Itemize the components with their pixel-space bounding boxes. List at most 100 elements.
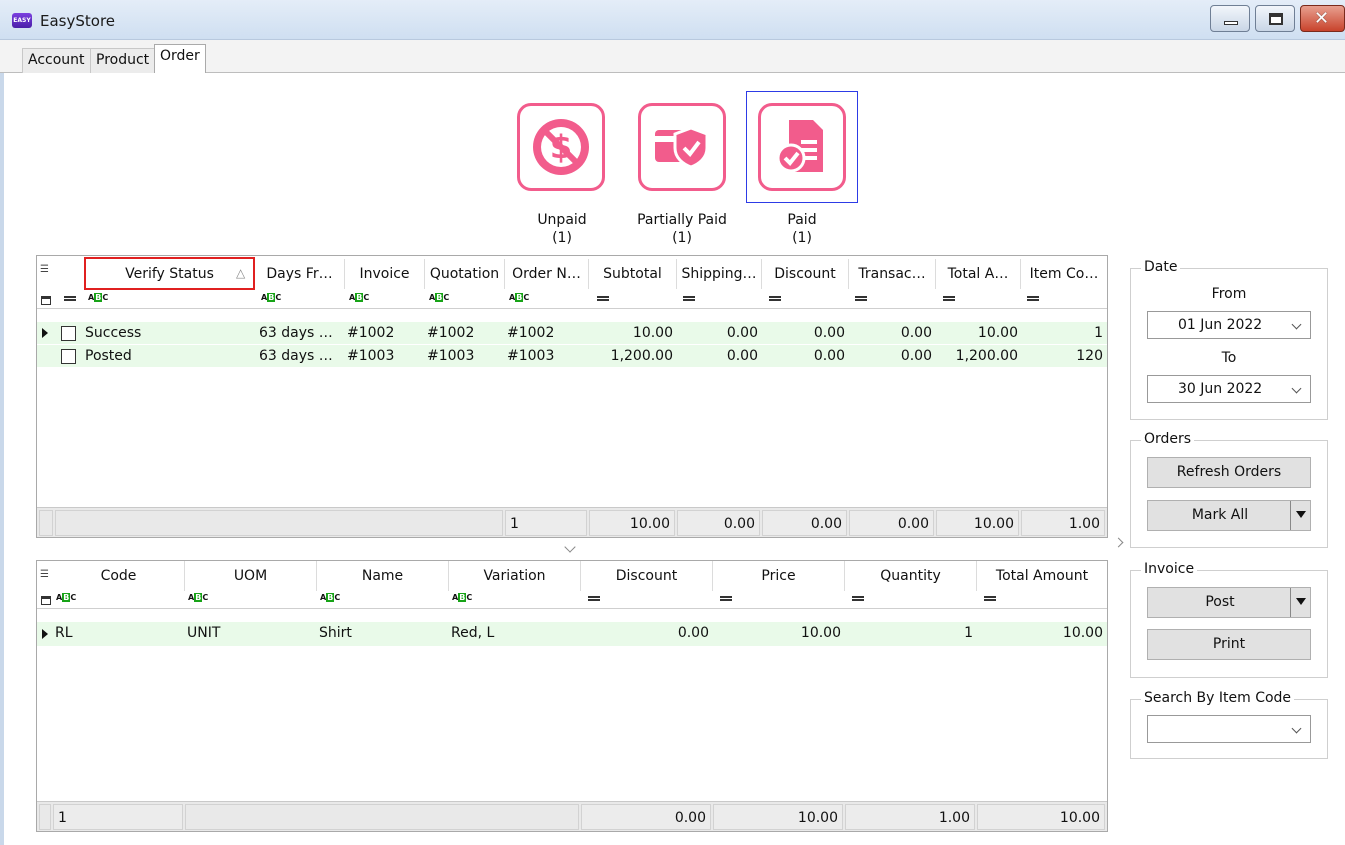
equals-operator-icon[interactable] bbox=[597, 296, 609, 301]
item-count-cell: 120 bbox=[1076, 348, 1103, 364]
table-row[interactable]: RL UNIT Shirt Red, L 0.00 10.00 1 10.00 bbox=[37, 622, 1107, 646]
dropdown-arrow-icon[interactable] bbox=[1290, 501, 1310, 530]
unpaid-filter-button[interactable]: $ bbox=[517, 103, 605, 191]
partially-paid-filter-button[interactable] bbox=[638, 103, 726, 191]
table-row[interactable]: Posted 63 days … #1003 #1003 #1003 1,200… bbox=[37, 345, 1107, 367]
filter-icon[interactable] bbox=[41, 296, 51, 305]
text-filter-icon[interactable]: ABC bbox=[429, 293, 449, 302]
refresh-orders-button[interactable]: Refresh Orders bbox=[1147, 457, 1311, 488]
to-date-value: 30 Jun 2022 bbox=[1178, 381, 1263, 397]
header-order-number[interactable]: Order N… bbox=[505, 259, 589, 289]
paid-text: Paid bbox=[787, 212, 817, 228]
header-subtotal[interactable]: Subtotal bbox=[589, 259, 677, 289]
text-filter-icon[interactable]: ABC bbox=[56, 593, 76, 602]
header-price[interactable]: Price bbox=[713, 561, 845, 591]
summary-spacer bbox=[185, 804, 579, 830]
header-shipping[interactable]: Shipping… bbox=[677, 259, 762, 289]
days-from-cell: 63 days … bbox=[259, 348, 333, 364]
transaction-cell: 0.00 bbox=[900, 325, 932, 341]
uom-cell: UNIT bbox=[187, 625, 221, 641]
shipping-cell: 0.00 bbox=[726, 348, 758, 364]
equals-operator-icon[interactable] bbox=[720, 596, 732, 601]
from-date-picker[interactable]: 01 Jun 2022 bbox=[1147, 311, 1311, 339]
paid-filter-button[interactable] bbox=[758, 103, 846, 191]
equals-operator-icon[interactable] bbox=[769, 296, 781, 301]
header-name[interactable]: Name bbox=[317, 561, 449, 591]
quotation-cell: #1002 bbox=[427, 325, 475, 341]
text-filter-icon[interactable]: ABC bbox=[452, 593, 472, 602]
from-label: From bbox=[1211, 286, 1247, 302]
header-invoice[interactable]: Invoice bbox=[345, 259, 425, 289]
post-button[interactable]: Post bbox=[1147, 587, 1311, 618]
column-chooser-icon[interactable]: ☰ bbox=[40, 264, 49, 275]
summary-discount: 0.00 bbox=[762, 510, 847, 536]
to-date-picker[interactable]: 30 Jun 2022 bbox=[1147, 375, 1311, 403]
maximize-button[interactable] bbox=[1255, 5, 1295, 32]
text-filter-icon[interactable]: ABC bbox=[320, 593, 340, 602]
summary-item-count: 1.00 bbox=[1021, 510, 1105, 536]
mark-all-button[interactable]: Mark All bbox=[1147, 500, 1311, 531]
post-label: Post bbox=[1205, 594, 1235, 610]
equals-operator-icon[interactable] bbox=[852, 596, 864, 601]
invoice-group: Invoice Post Print bbox=[1130, 561, 1328, 678]
equals-operator-icon[interactable] bbox=[855, 296, 867, 301]
equals-operator-icon[interactable] bbox=[1027, 296, 1039, 301]
text-filter-icon[interactable]: ABC bbox=[261, 293, 281, 302]
tab-order[interactable]: Order bbox=[154, 44, 206, 74]
order-number-cell: #1003 bbox=[507, 348, 555, 364]
total-amount-cell: 10.00 bbox=[1062, 625, 1103, 641]
tab-product[interactable]: Product bbox=[90, 48, 156, 73]
row-checkbox[interactable] bbox=[61, 349, 76, 364]
text-filter-icon[interactable]: ABC bbox=[349, 293, 369, 302]
equals-operator-icon[interactable] bbox=[683, 296, 695, 301]
tab-account[interactable]: Account bbox=[22, 48, 91, 73]
unpaid-label: Unpaid (1) bbox=[512, 211, 612, 247]
title-bar: EASY EasyStore ✕ bbox=[0, 0, 1345, 40]
print-button[interactable]: Print bbox=[1147, 629, 1311, 660]
header-discount[interactable]: Discount bbox=[762, 259, 849, 289]
discount-cell: 0.00 bbox=[677, 625, 709, 641]
header-transaction[interactable]: Transac… bbox=[849, 259, 936, 289]
equals-operator-icon[interactable] bbox=[588, 596, 600, 601]
quotation-cell: #1003 bbox=[427, 348, 475, 364]
header-total-amount[interactable]: Total A… bbox=[936, 259, 1021, 289]
text-filter-icon[interactable]: ABC bbox=[88, 293, 108, 302]
header-quotation[interactable]: Quotation bbox=[425, 259, 505, 289]
item-code-search-select[interactable] bbox=[1147, 715, 1311, 743]
partially-paid-label: Partially Paid (1) bbox=[620, 211, 744, 247]
header-code[interactable]: Code bbox=[53, 561, 185, 591]
summary-price: 10.00 bbox=[713, 804, 843, 830]
dropdown-arrow-icon[interactable] bbox=[1290, 588, 1310, 617]
header-variation[interactable]: Variation bbox=[449, 561, 581, 591]
text-filter-icon[interactable]: ABC bbox=[188, 593, 208, 602]
column-chooser-icon[interactable]: ☰ bbox=[40, 569, 49, 580]
card-shield-icon bbox=[655, 126, 709, 169]
paid-count: (1) bbox=[792, 230, 812, 246]
code-cell: RL bbox=[55, 625, 73, 641]
minimize-icon bbox=[1224, 21, 1238, 25]
minimize-button[interactable] bbox=[1210, 5, 1250, 32]
text-filter-icon[interactable]: ABC bbox=[509, 293, 529, 302]
filter-icon[interactable] bbox=[41, 596, 51, 605]
orders-group: Orders Refresh Orders Mark All bbox=[1130, 431, 1328, 548]
close-button[interactable]: ✕ bbox=[1300, 5, 1345, 32]
invoice-group-title: Invoice bbox=[1141, 561, 1198, 577]
table-row[interactable]: Success 63 days … #1002 #1002 #1002 10.0… bbox=[37, 322, 1107, 344]
header-quantity[interactable]: Quantity bbox=[845, 561, 977, 591]
header-days-from[interactable]: Days Fr… bbox=[255, 259, 345, 289]
summary-total-amount: 10.00 bbox=[936, 510, 1019, 536]
header-discount[interactable]: Discount bbox=[581, 561, 713, 591]
header-total-amount[interactable]: Total Amount bbox=[977, 561, 1107, 591]
unpaid-count: (1) bbox=[552, 230, 572, 246]
row-checkbox[interactable] bbox=[61, 326, 76, 341]
summary-discount: 0.00 bbox=[581, 804, 711, 830]
discount-cell: 0.00 bbox=[813, 348, 845, 364]
header-item-count[interactable]: Item Co… bbox=[1021, 259, 1107, 289]
chevron-down-icon bbox=[1291, 319, 1302, 330]
equals-operator-icon[interactable] bbox=[984, 596, 996, 601]
summary-order-count: 1 bbox=[505, 510, 587, 536]
equals-operator-icon[interactable] bbox=[943, 296, 955, 301]
equals-operator-icon[interactable] bbox=[64, 296, 76, 301]
header-uom[interactable]: UOM bbox=[185, 561, 317, 591]
date-group: Date From 01 Jun 2022 To 30 Jun 2022 bbox=[1130, 259, 1328, 420]
